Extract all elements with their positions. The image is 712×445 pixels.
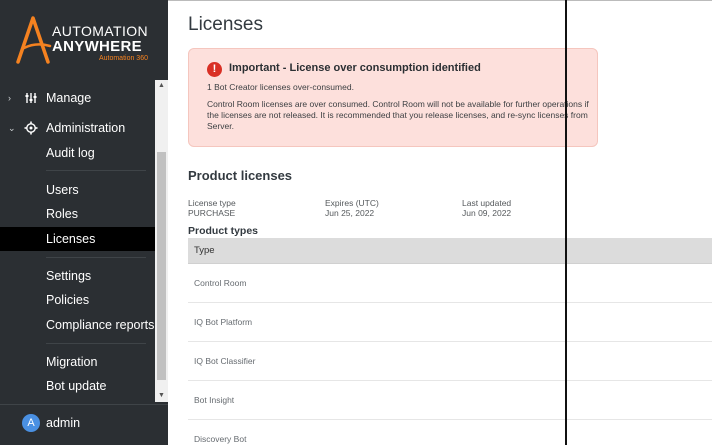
main-content: Licenses ! Important - License over cons…	[168, 0, 712, 445]
sidebar-divider	[46, 170, 146, 171]
sidebar-scrollbar[interactable]: ▲ ▼	[155, 80, 168, 402]
sidebar-item-audit-log[interactable]: Audit log	[0, 141, 155, 165]
sidebar-item-settings[interactable]: Settings	[0, 264, 155, 288]
sidebar-item-label: Roles	[46, 207, 78, 221]
table-row[interactable]: IQ Bot Classifier	[188, 342, 712, 381]
chevron-right-icon: ›	[8, 93, 11, 103]
chevron-down-icon: ⌄	[8, 123, 16, 133]
license-alert: ! Important - License over consumption i…	[188, 48, 598, 147]
sidebar-item-policies[interactable]: Policies	[0, 288, 155, 312]
sidebar-item-label: Policies	[46, 293, 90, 307]
table-row[interactable]: Control Room	[188, 264, 712, 303]
sidebar-section-label: Manage	[46, 91, 92, 105]
sidebar-item-migration[interactable]: Migration	[0, 350, 155, 374]
product-types-title: Product types	[188, 225, 259, 237]
automation-anywhere-logo-icon	[16, 16, 52, 64]
avatar[interactable]: A	[22, 414, 40, 432]
page-title: Licenses	[188, 14, 263, 35]
sidebar-item-label: Migration	[46, 355, 98, 369]
table-row[interactable]: Bot Insight	[188, 381, 712, 420]
table-row[interactable]: Discovery Bot	[188, 420, 712, 445]
sidebar-divider	[0, 404, 168, 405]
scroll-up-arrow-icon[interactable]: ▲	[155, 80, 168, 92]
sliders-icon	[24, 86, 38, 110]
license-type-label: License type	[188, 198, 236, 208]
table-header-type[interactable]: Type	[188, 238, 712, 264]
expires-value: Jun 25, 2022	[325, 208, 375, 218]
sidebar-section-administration[interactable]: ⌄ Administration	[0, 116, 155, 140]
table-row[interactable]: IQ Bot Platform	[188, 303, 712, 342]
sidebar-item-bot-update[interactable]: Bot update	[0, 374, 155, 398]
gear-icon	[24, 116, 38, 140]
alert-subtitle: 1 Bot Creator licenses over-consumed.	[207, 82, 354, 92]
sidebar-item-roles[interactable]: Roles	[0, 202, 155, 226]
alert-body: Control Room licenses are over consumed.…	[207, 99, 589, 131]
expires-label: Expires (UTC)	[325, 198, 379, 208]
sidebar-item-label: Settings	[46, 269, 92, 283]
exclamation-icon: !	[207, 62, 222, 77]
sidebar-item-compliance-reports[interactable]: Compliance reports	[0, 313, 155, 337]
last-updated-label: Last updated	[462, 198, 512, 208]
brand-line2: ANYWHERE	[52, 38, 142, 55]
user-name[interactable]: admin	[46, 414, 80, 432]
sidebar-divider	[46, 343, 146, 344]
sidebar-item-label: Bot update	[46, 379, 107, 393]
sidebar-item-licenses[interactable]: Licenses	[0, 227, 155, 251]
sidebar-item-label: Compliance reports	[46, 318, 155, 332]
brand-line1: AUTOMATION	[52, 23, 149, 39]
license-type-value: PURCHASE	[188, 208, 236, 218]
sidebar-item-label: Licenses	[46, 232, 96, 246]
scroll-down-arrow-icon[interactable]: ▼	[155, 390, 168, 402]
scrollbar-thumb[interactable]	[157, 152, 166, 380]
last-updated-value: Jun 09, 2022	[462, 208, 512, 218]
sidebar-item-users[interactable]: Users	[0, 178, 155, 202]
sidebar-divider	[46, 257, 146, 258]
product-licenses-title: Product licenses	[188, 168, 293, 183]
product-types-table: Type Control Room IQ Bot Platform IQ Bot…	[188, 238, 712, 445]
sidebar-section-label: Administration	[46, 121, 126, 135]
brand-product: Automation 360	[98, 55, 148, 62]
brand-logo: AUTOMATION ANYWHERE Automation 360	[0, 0, 168, 74]
sidebar: AUTOMATION ANYWHERE Automation 360 › Man…	[0, 0, 168, 445]
alert-title: Important - License over consumption ide…	[229, 62, 481, 74]
sidebar-section-manage[interactable]: › Manage	[0, 86, 155, 110]
vertical-divider-line	[565, 0, 567, 445]
sidebar-item-label: Users	[46, 183, 79, 197]
sidebar-item-label: Audit log	[46, 146, 95, 160]
